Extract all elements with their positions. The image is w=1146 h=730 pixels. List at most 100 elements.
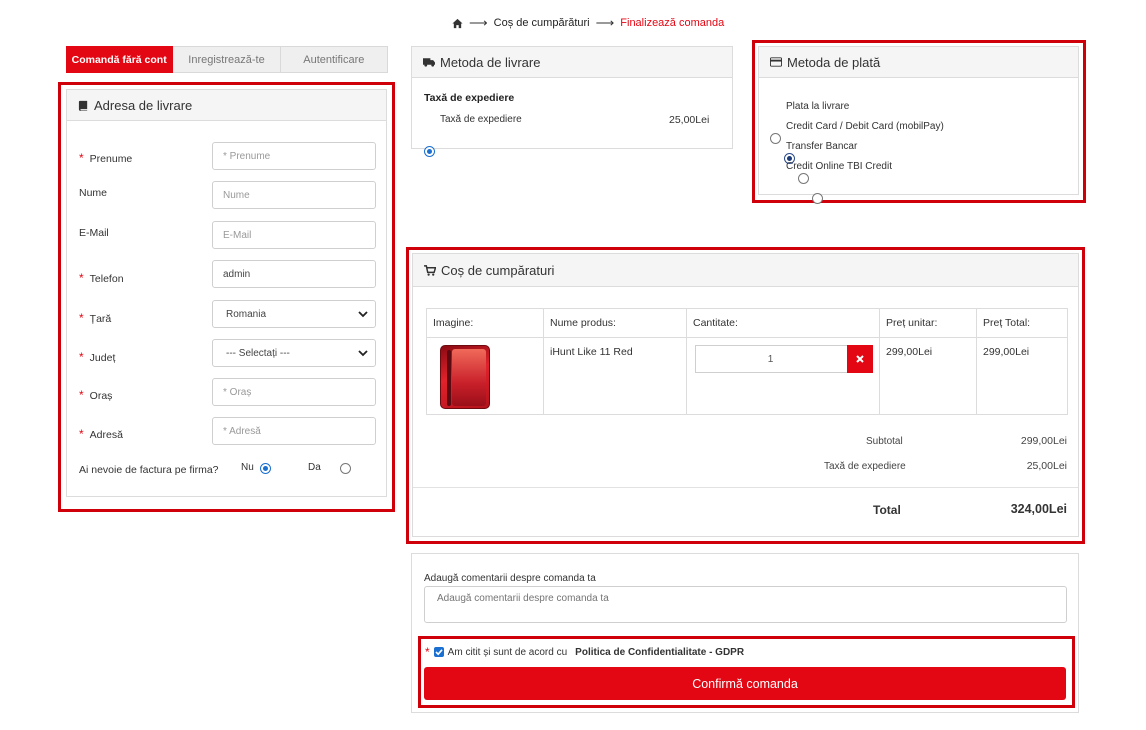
- street-label: * Adresă: [79, 427, 123, 441]
- city-input[interactable]: [212, 378, 376, 406]
- breadcrumb: ⟶ Coș de cumpărături ⟶ Finalizează coman…: [452, 15, 724, 31]
- email-label: E-Mail: [79, 227, 109, 239]
- gdpr-text: Am citit și sunt de acord cu: [447, 646, 568, 658]
- payment-transfer-radio[interactable]: [798, 173, 810, 184]
- quantity-value: 1: [767, 353, 774, 365]
- close-icon: [856, 355, 864, 363]
- breadcrumb-arrow: ⟶: [595, 15, 615, 30]
- address-title: Adresa de livrare: [94, 97, 193, 113]
- comments-label: Adaugă comentarii despre comanda ta: [424, 573, 596, 584]
- county-label: * Județ: [79, 350, 116, 364]
- phone-input[interactable]: [212, 260, 376, 288]
- product-name-link[interactable]: iHunt Like 11 Red: [550, 346, 633, 358]
- country-label: * Țară: [79, 311, 112, 325]
- total-label: Total: [873, 503, 901, 517]
- chevron-down-icon: [358, 350, 368, 357]
- cart-title: Coș de cumpăraturi: [441, 262, 555, 278]
- country-row: * Țară Romania: [67, 300, 386, 328]
- comments-textarea[interactable]: [424, 586, 1067, 623]
- cart-panel-header: Coș de cumpăraturi: [413, 254, 1078, 287]
- gdpr-policy-link[interactable]: Politica de Confidentialitate - GDPR: [575, 647, 744, 658]
- county-row: * Județ --- Selectați ---: [67, 339, 386, 367]
- invoice-question: Ai nevoie de factura pe firma?: [79, 464, 219, 476]
- street-row: * Adresă: [67, 417, 386, 445]
- phone-label: * Telefon: [79, 271, 124, 285]
- city-row: * Oraș: [67, 378, 386, 406]
- breadcrumb-arrow: ⟶: [469, 15, 488, 30]
- last-name-row: Nume: [67, 181, 386, 209]
- col-header-name: Nume produs:: [550, 317, 616, 329]
- payment-title: Metoda de plată: [787, 54, 881, 70]
- address-panel: Adresa de livrare *Prenume Nume E-Mail *…: [66, 89, 387, 497]
- credit-card-icon: [770, 57, 782, 67]
- required-marker: *: [425, 645, 430, 659]
- shipping-subtitle: Taxă de expediere: [424, 92, 515, 104]
- book-icon: [78, 100, 88, 111]
- street-input[interactable]: [212, 417, 376, 445]
- check-icon: [435, 649, 443, 656]
- home-icon[interactable]: [452, 18, 463, 29]
- county-select-value: --- Selectați ---: [226, 347, 290, 359]
- truck-icon: [423, 58, 435, 67]
- gdpr-agreement: * Am citit și sunt de acord cu Politica …: [425, 645, 744, 659]
- tab-login[interactable]: Autentificare: [280, 46, 388, 73]
- shipping-option-label: Taxă de expediere: [440, 114, 522, 125]
- invoice-yes-label: Da: [308, 462, 321, 473]
- shipping-panel: Metoda de livrare Taxă de expediere Taxă…: [411, 46, 733, 157]
- county-select[interactable]: --- Selectați ---: [212, 339, 376, 367]
- country-select-value: Romania: [226, 308, 267, 320]
- shipping-fee-value: 25,00Lei: [1026, 460, 1067, 472]
- tab-register[interactable]: Inregistrează-te: [173, 46, 281, 73]
- quantity-input[interactable]: 1: [695, 345, 872, 373]
- email-input[interactable]: [212, 221, 376, 249]
- cart-table: Imagine: Nume produs: Cantitate: Preț un…: [426, 308, 1068, 415]
- breadcrumb-current: Finalizează comanda: [620, 17, 725, 29]
- total-value: 324,00Lei: [1010, 502, 1067, 516]
- payment-card-label: Credit Card / Debit Card (mobilPay): [786, 121, 944, 132]
- invoice-no-label: Nu: [241, 462, 254, 473]
- col-header-quantity: Cantitate:: [693, 317, 738, 329]
- payment-tbi-label: Credit Online TBI Credit: [786, 161, 892, 172]
- phone-row: * Telefon: [67, 260, 386, 288]
- email-row: E-Mail: [67, 221, 386, 249]
- subtotal-value: 299,00Lei: [1020, 435, 1067, 447]
- shopping-cart-icon: [424, 264, 436, 276]
- shipping-option-radio[interactable]: [424, 146, 435, 157]
- first-name-input[interactable]: [212, 142, 376, 170]
- breadcrumb-cart-link[interactable]: Coș de cumpărături: [494, 17, 590, 29]
- unit-price: 299,00Lei: [886, 346, 933, 358]
- tab-guest-checkout[interactable]: Comandă fără cont: [66, 46, 174, 73]
- payment-panel-header: Metoda de plată: [759, 47, 1078, 78]
- total-price: 299,00Lei: [983, 346, 1030, 358]
- invoice-row: Ai nevoie de factura pe firma? Nu Da: [67, 460, 386, 476]
- shipping-title: Metoda de livrare: [440, 54, 541, 70]
- table-row: [427, 338, 543, 415]
- cart-panel: Coș de cumpăraturi Imagine: Nume produs:…: [412, 253, 1079, 537]
- shipping-option-price: 25,00Lei: [669, 114, 710, 126]
- country-select[interactable]: Romania: [212, 300, 376, 328]
- col-header-unit-price: Preț unitar:: [886, 317, 938, 329]
- city-label: * Oraș: [79, 388, 113, 402]
- chevron-down-icon: [358, 311, 368, 318]
- address-panel-header: Adresa de livrare: [67, 90, 386, 121]
- last-name-label: Nume: [79, 187, 108, 199]
- product-image[interactable]: [440, 345, 490, 409]
- confirm-order-button[interactable]: Confirmă comanda: [424, 667, 1066, 700]
- payment-transfer-label: Transfer Bancar: [786, 141, 858, 152]
- payment-panel: Metoda de plată Plata la livrare Credit …: [758, 46, 1079, 204]
- checkout-tabs: Comandă fără cont Inregistrează-te Auten…: [66, 46, 388, 73]
- shipping-fee-label: Taxă de expediere: [824, 461, 906, 472]
- remove-item-button[interactable]: [847, 345, 873, 373]
- first-name-row: * Prenume: [67, 142, 386, 170]
- last-name-input[interactable]: [212, 181, 376, 209]
- payment-cod-label: Plata la livrare: [786, 101, 850, 112]
- gdpr-checkbox[interactable]: [433, 647, 444, 657]
- payment-cod-radio[interactable]: [770, 133, 781, 144]
- subtotal-label: Subtotal: [866, 436, 903, 447]
- first-name-label: * Prenume: [79, 151, 133, 165]
- invoice-yes-radio[interactable]: [340, 463, 352, 474]
- col-header-total-price: Preț Total:: [983, 317, 1031, 329]
- invoice-no-radio[interactable]: [260, 463, 271, 474]
- shipping-panel-header: Metoda de livrare: [412, 47, 732, 78]
- col-header-image: Imagine:: [433, 317, 474, 329]
